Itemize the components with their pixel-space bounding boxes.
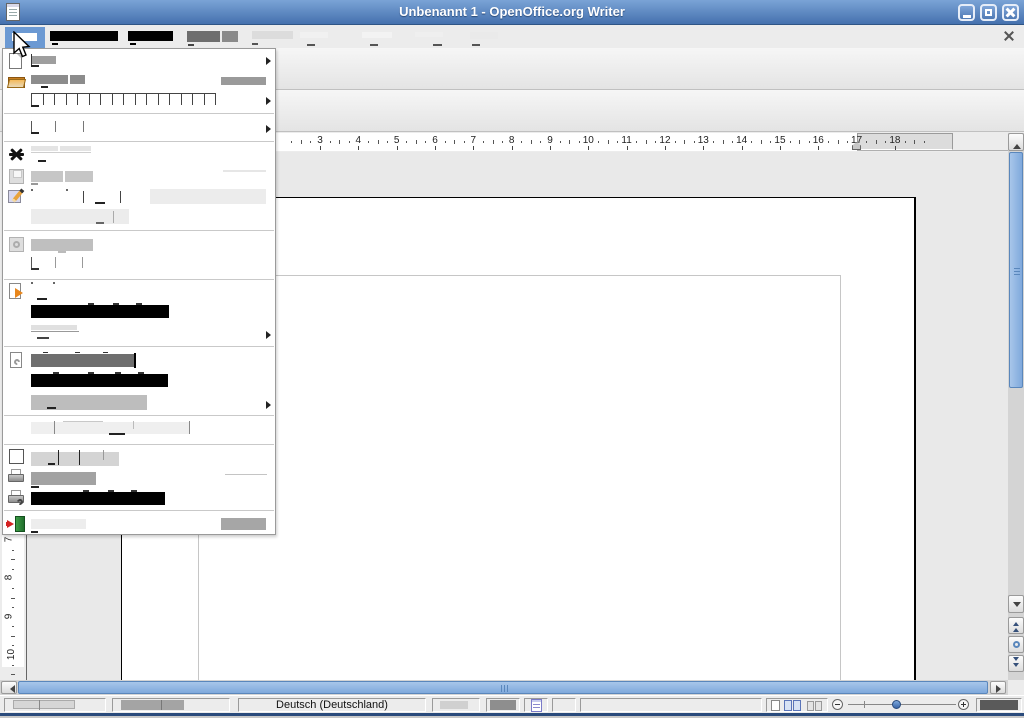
arrow-left-icon xyxy=(6,685,15,693)
file-menu-panel xyxy=(2,48,276,535)
menu-item-versions[interactable] xyxy=(3,255,275,277)
submenu-arrow-icon xyxy=(266,125,275,133)
multi-page-view-icon xyxy=(784,700,792,711)
titlebar[interactable]: Unbenannt 1 - OpenOffice.org Writer xyxy=(0,0,1024,25)
selection-mode-cell[interactable] xyxy=(486,698,520,712)
zoom-slider[interactable] xyxy=(832,698,972,712)
submenu-arrow-icon xyxy=(266,331,275,339)
menubar-item-table[interactable] xyxy=(298,26,334,47)
open-icon xyxy=(7,73,27,91)
scroll-right-button[interactable] xyxy=(990,681,1006,694)
document-close-button[interactable] xyxy=(1002,29,1016,43)
mouse-cursor xyxy=(13,31,35,61)
arrow-up-icon xyxy=(1013,140,1021,149)
print-icon xyxy=(7,469,27,487)
text-boundary xyxy=(198,275,841,680)
scroll-up-button[interactable] xyxy=(1008,133,1024,151)
book-view-icon xyxy=(807,701,814,711)
zoom-percent-cell[interactable] xyxy=(976,698,1022,712)
minimize-button[interactable] xyxy=(958,4,975,21)
arrow-down-icon xyxy=(1013,602,1021,611)
menubar-item-format[interactable] xyxy=(249,26,297,47)
previous-page-button[interactable] xyxy=(1008,617,1024,634)
zoom-out-button[interactable] xyxy=(832,699,843,710)
maximize-button[interactable] xyxy=(980,4,997,21)
submenu-arrow-icon xyxy=(266,57,275,65)
view-layout-cell[interactable] xyxy=(766,698,828,712)
close-button[interactable] xyxy=(1002,4,1019,21)
next-page-button[interactable] xyxy=(1008,655,1024,672)
menu-item-wizards[interactable] xyxy=(3,115,275,141)
language-cell[interactable]: Deutsch (Deutschland) xyxy=(238,698,426,712)
scroll-down-button[interactable] xyxy=(1008,595,1024,613)
document-modified-cell xyxy=(524,698,548,712)
close-icon xyxy=(7,147,27,165)
insert-mode-cell[interactable] xyxy=(432,698,480,712)
save-as-icon xyxy=(7,188,27,206)
page-number-cell xyxy=(4,698,106,712)
printer-settings-icon xyxy=(7,490,27,508)
horizontal-scroll-thumb[interactable] xyxy=(18,681,988,694)
navigation-circle-icon xyxy=(1013,641,1020,648)
scroll-left-button[interactable] xyxy=(1,681,17,694)
horizontal-scrollbar[interactable] xyxy=(0,680,1008,695)
navigation-button[interactable] xyxy=(1008,636,1024,653)
menubar-item-tools[interactable] xyxy=(360,26,398,47)
menubar-item-view[interactable] xyxy=(126,26,176,47)
menubar-item-edit[interactable] xyxy=(48,26,120,47)
menubar-item-insert[interactable] xyxy=(184,26,242,47)
vertical-scrollbar[interactable] xyxy=(1008,133,1024,680)
properties-icon xyxy=(7,352,27,370)
zoom-slider-thumb[interactable] xyxy=(892,700,901,709)
menubar-item-window[interactable] xyxy=(412,26,446,47)
minimize-icon xyxy=(963,15,971,18)
maximize-icon xyxy=(985,9,992,16)
submenu-arrow-icon xyxy=(266,97,275,105)
exit-icon xyxy=(7,516,27,534)
digital-signature-cell xyxy=(552,698,576,712)
reload-icon xyxy=(7,236,27,254)
arrow-right-icon xyxy=(996,685,1005,693)
info-cell xyxy=(580,698,762,712)
document-status-icon xyxy=(531,699,542,712)
window-title: Unbenannt 1 - OpenOffice.org Writer xyxy=(0,4,1024,19)
submenu-arrow-icon xyxy=(266,401,275,409)
statusbar: Deutsch (Deutschland) xyxy=(0,695,1024,713)
page-preview-icon xyxy=(7,449,27,467)
vertical-scroll-thumb[interactable] xyxy=(1009,152,1023,388)
menubar-item-help[interactable] xyxy=(468,26,502,47)
menubar xyxy=(0,25,1024,48)
save-icon xyxy=(7,168,27,186)
page-style-cell[interactable] xyxy=(112,698,230,712)
single-page-view-icon xyxy=(771,700,780,711)
writer-window: Unbenannt 1 - OpenOffice.org Writer ABC … xyxy=(0,0,1024,718)
export-icon xyxy=(7,283,27,301)
zoom-in-button[interactable] xyxy=(958,699,969,710)
